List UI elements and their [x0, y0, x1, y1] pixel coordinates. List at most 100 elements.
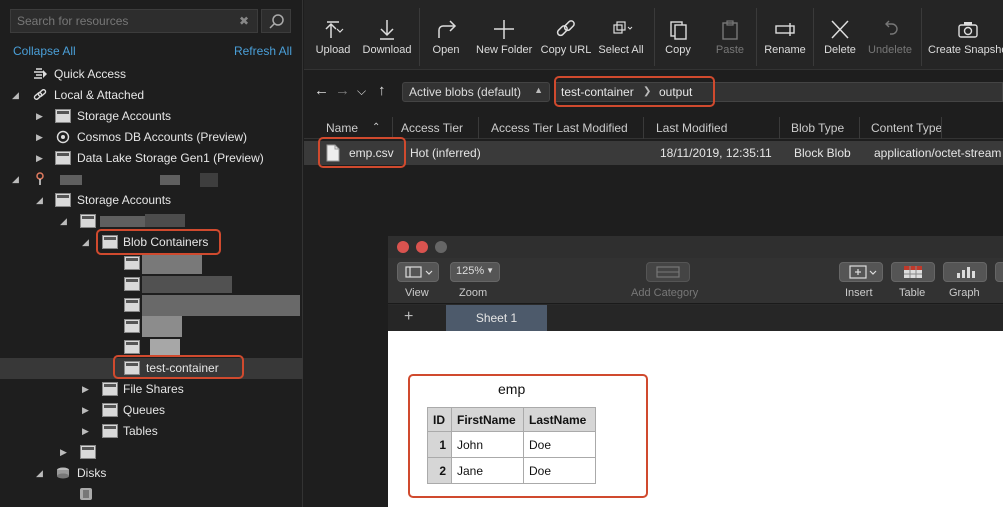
paste-button[interactable]: Paste [712, 18, 748, 66]
copy-button[interactable]: Copy [662, 18, 694, 66]
collapsed-caret-icon[interactable]: ▶ [82, 384, 92, 394]
expanded-caret-icon[interactable]: ◢ [36, 468, 46, 478]
tree-item-file-shares[interactable]: ▶ File Shares [0, 379, 303, 400]
column-separator[interactable] [779, 117, 780, 139]
chevron-down-icon[interactable]: ⌵ [357, 84, 366, 99]
column-separator[interactable] [478, 117, 479, 139]
tree-item-cosmos-db[interactable]: ▶ Cosmos DB Accounts (Preview) [0, 127, 303, 148]
column-header-name[interactable]: Name [326, 121, 358, 135]
forward-arrow-icon[interactable]: → [335, 82, 350, 99]
column-separator[interactable] [643, 117, 644, 139]
column-header-content-type[interactable]: Content Type [871, 121, 942, 135]
view-filter-select[interactable]: Active blobs (default) ▲ [402, 82, 550, 102]
clear-search-icon[interactable]: ✖ [239, 14, 249, 28]
upload-button[interactable]: Upload [313, 18, 353, 66]
container-icon [124, 298, 140, 312]
tab-sheet-1[interactable]: Sheet 1 [446, 305, 547, 331]
redacted-text [142, 253, 202, 274]
column-separator[interactable] [941, 117, 942, 139]
tree-item-disks[interactable]: ◢ Disks [0, 463, 303, 484]
more-toolbar-button[interactable] [995, 262, 1003, 282]
tree-item-container[interactable] [0, 274, 303, 295]
tree-item-container[interactable] [0, 295, 303, 316]
numbers-toolbar: View 125% ▼ Zoom Add Category Insert Tab… [388, 258, 1003, 304]
highlight-path [554, 76, 715, 107]
refresh-all-link[interactable]: Refresh All [234, 44, 292, 58]
collapsed-caret-icon[interactable]: ▶ [82, 405, 92, 415]
column-header-blob-type[interactable]: Blob Type [791, 121, 844, 135]
sort-icon[interactable]: ⌃ [372, 122, 380, 133]
collapsed-caret-icon[interactable]: ▶ [36, 111, 46, 121]
collapsed-caret-icon[interactable]: ▶ [82, 426, 92, 436]
select-all-button[interactable]: Select All [598, 18, 644, 66]
tree-item-container[interactable] [0, 316, 303, 337]
view-button[interactable] [397, 262, 439, 282]
tree-item-data-lake[interactable]: ▶ Data Lake Storage Gen1 (Preview) [0, 148, 303, 169]
open-button[interactable]: Open [428, 18, 464, 66]
column-separator[interactable] [392, 117, 393, 139]
zoom-select[interactable]: 125% ▼ [450, 262, 500, 282]
expanded-caret-icon[interactable]: ◢ [12, 174, 22, 184]
tree-item-quick-access[interactable]: Quick Access [0, 64, 303, 85]
queues-icon [102, 403, 118, 417]
tree-item-container[interactable] [0, 253, 303, 274]
download-label: Download [362, 44, 412, 56]
expanded-caret-icon[interactable]: ◢ [60, 216, 70, 226]
new-folder-button[interactable]: New Folder [476, 18, 532, 66]
zoom-window-icon[interactable] [435, 241, 447, 253]
table-row[interactable]: emp.csv Hot (inferred) 18/11/2019, 12:35… [304, 141, 1003, 165]
add-sheet-button[interactable]: + [404, 308, 413, 326]
chart-icon [957, 267, 975, 278]
tree-item-tables[interactable]: ▶ Tables [0, 421, 303, 442]
expanded-caret-icon[interactable]: ◢ [12, 90, 22, 100]
tree-item-storage-accounts-local[interactable]: ▶ Storage Accounts [0, 106, 303, 127]
collapsed-caret-icon[interactable]: ▶ [36, 153, 46, 163]
highlight-emp-csv [318, 137, 406, 168]
download-button[interactable]: Download [362, 18, 412, 66]
sheet-tab-bar: + Sheet 1 [388, 305, 1003, 331]
tree-item-queues[interactable]: ▶ Queues [0, 400, 303, 421]
data-lake-icon [55, 151, 71, 165]
back-arrow-icon[interactable]: ← [314, 82, 329, 99]
toolbar-separator [921, 8, 922, 66]
expanded-caret-icon[interactable]: ◢ [36, 195, 46, 205]
collapsed-caret-icon[interactable]: ▶ [36, 132, 46, 142]
storage-accounts-icon [55, 193, 71, 207]
undelete-button[interactable]: Undelete [868, 18, 912, 66]
container-icon [124, 256, 140, 270]
collapsed-caret-icon[interactable]: ▶ [60, 447, 70, 457]
tree-item-storage-account-2[interactable]: ▶ [0, 442, 303, 463]
insert-button[interactable] [839, 262, 883, 282]
search-box[interactable]: ✖ [10, 9, 258, 33]
close-window-icon[interactable] [397, 241, 409, 253]
tree-item-subscription[interactable]: ◢ [0, 169, 303, 190]
minimize-window-icon[interactable] [416, 241, 428, 253]
column-header-access-tier[interactable]: Access Tier [401, 121, 463, 135]
up-arrow-icon[interactable]: ↑ [378, 82, 386, 99]
expanded-caret-icon[interactable]: ◢ [82, 237, 92, 247]
search-input[interactable] [11, 10, 231, 32]
tree-item-disk[interactable] [0, 484, 303, 505]
tree-item-storage-accounts[interactable]: ◢ Storage Accounts [0, 190, 303, 211]
tree-label: Storage Accounts [77, 193, 172, 207]
copy-url-label: Copy URL [540, 44, 592, 56]
search-icon [269, 14, 284, 29]
column-separator[interactable] [859, 117, 860, 139]
add-category-button[interactable] [646, 262, 690, 282]
table-button[interactable] [891, 262, 935, 282]
paste-icon [722, 20, 738, 40]
column-header-last-modified[interactable]: Last Modified [656, 121, 727, 135]
upload-icon [325, 21, 344, 38]
column-header-tier-modified[interactable]: Access Tier Last Modified [491, 121, 628, 135]
tree-item-local-attached[interactable]: ◢ Local & Attached [0, 85, 303, 106]
create-snapshot-button[interactable]: Create Snapshot [928, 18, 1003, 66]
delete-button[interactable]: Delete [822, 18, 858, 66]
copy-url-button[interactable]: Copy URL [540, 18, 592, 66]
link-icon [32, 88, 48, 102]
tree-label: Cosmos DB Accounts (Preview) [77, 130, 248, 144]
rename-button[interactable]: Rename [764, 18, 806, 66]
collapse-all-link[interactable]: Collapse All [13, 44, 76, 58]
search-button[interactable] [261, 9, 291, 33]
upload-label: Upload [315, 44, 351, 56]
graph-button[interactable] [943, 262, 987, 282]
